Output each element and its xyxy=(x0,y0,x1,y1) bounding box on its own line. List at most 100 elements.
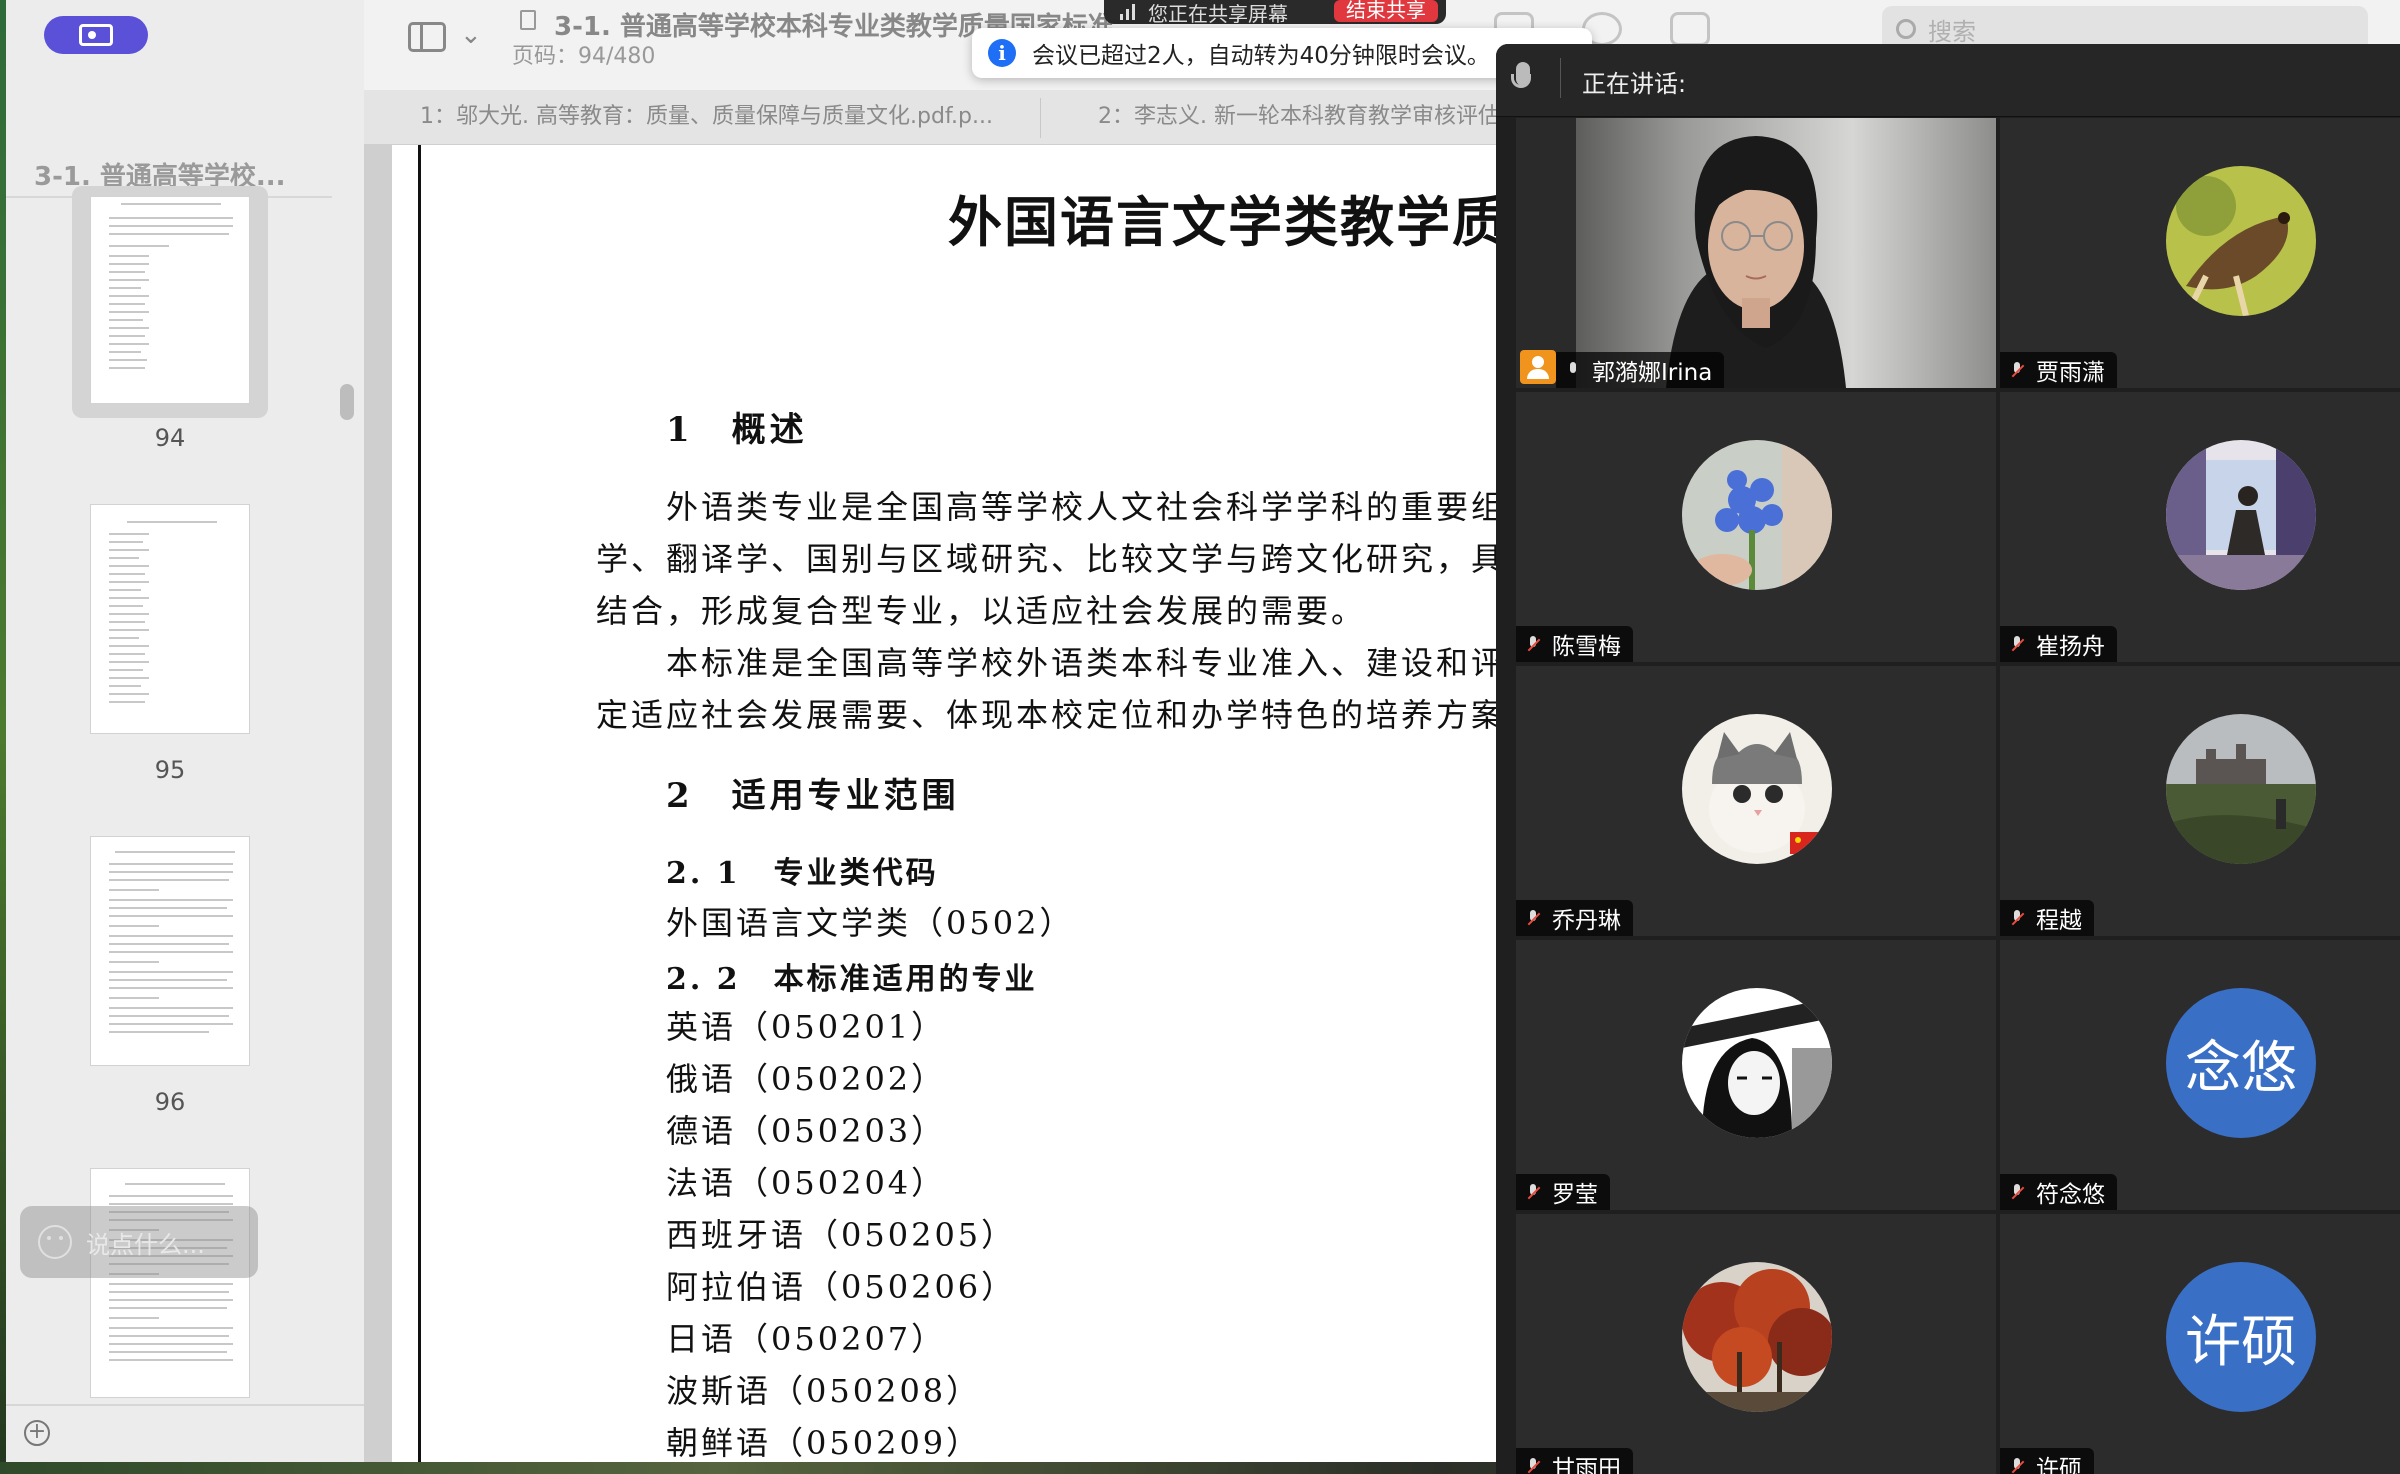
microphone-muted-icon xyxy=(1526,910,1540,926)
video-feed xyxy=(1516,118,1996,388)
participant-avatar xyxy=(1682,988,1832,1138)
participant-nametag: 陈雪梅 xyxy=(1516,626,1633,662)
paragraph-line: 外国语言文学类（0502） xyxy=(666,904,1075,942)
participant-name: 乔丹琳 xyxy=(1552,908,1621,934)
meeting-gallery-panel: 正在讲话: 郭漪娜Irina 贾雨潇 陈雪梅 崔扬舟 乔丹琳 程越 罗莹 念悠 … xyxy=(1496,44,2400,1474)
meeting-header: 正在讲话: xyxy=(1496,44,2400,117)
major-item: 朝鲜语（050209） xyxy=(666,1424,982,1462)
participant-nametag: 甘雨田 xyxy=(1516,1448,1633,1474)
add-icon[interactable]: + xyxy=(24,1420,50,1446)
microphone-muted-icon xyxy=(2010,362,2024,378)
thumbnail-page-number: 96 xyxy=(154,1088,186,1116)
participant-name: 许硕 xyxy=(2036,1456,2082,1474)
participant-nametag: 郭漪娜Irina xyxy=(1556,352,1725,388)
participant-tile[interactable]: 甘雨田 xyxy=(1516,1214,1996,1474)
participant-nametag: 贾雨潇 xyxy=(2000,352,2117,388)
participant-nametag: 许硕 xyxy=(2000,1448,2094,1474)
participant-nametag: 符念悠 xyxy=(2000,1174,2117,1210)
thumbnail-page-number: 95 xyxy=(154,756,186,784)
end-share-button[interactable]: 结束共享 xyxy=(1334,0,1438,22)
search-placeholder: 搜索 xyxy=(1928,17,1976,46)
major-item: 俄语（050202） xyxy=(666,1060,947,1098)
page-margin-rule xyxy=(418,145,421,1462)
participant-avatar: 念悠 xyxy=(2166,988,2316,1138)
microphone-muted-icon xyxy=(1526,1184,1540,1200)
info-icon: i xyxy=(988,39,1016,67)
page-thumbnail-94[interactable] xyxy=(90,196,250,404)
participant-name: 郭漪娜Irina xyxy=(1592,360,1713,386)
participant-name: 罗莹 xyxy=(1552,1182,1598,1208)
paragraph-line: 学、翻译学、国别与区域研究、比较文学与跨文化研究，具 xyxy=(596,540,1507,578)
participant-tile[interactable]: 罗莹 xyxy=(1516,940,1996,1210)
microphone-muted-icon xyxy=(2010,1458,2024,1474)
participant-tile[interactable]: 贾雨潇 xyxy=(2000,118,2400,388)
divider xyxy=(1040,98,1041,138)
participant-tile[interactable]: 崔扬舟 xyxy=(2000,392,2400,662)
participant-tile[interactable]: 陈雪梅 xyxy=(1516,392,1996,662)
microphone-muted-icon xyxy=(2010,636,2024,652)
microphone-muted-icon xyxy=(1526,1458,1540,1474)
major-item: 德语（050203） xyxy=(666,1112,947,1150)
participant-avatar xyxy=(1682,1262,1832,1412)
microphone-muted-icon xyxy=(2010,910,2024,926)
sidebar-icon xyxy=(79,24,113,46)
participant-nametag: 崔扬舟 xyxy=(2000,626,2117,662)
tab-document-2[interactable]: 2：李志义. 新一轮本科教育教学审核评估 xyxy=(1098,90,1518,144)
thumbnail-page-number: 94 xyxy=(154,424,186,452)
participant-tile[interactable]: 程越 xyxy=(2000,666,2400,936)
page-thumbnail-97[interactable] xyxy=(90,1168,250,1398)
participant-tile[interactable]: 念悠 符念悠 xyxy=(2000,940,2400,1210)
sidebar-layout-icon[interactable] xyxy=(408,22,446,52)
speaking-label: 正在讲话: xyxy=(1582,70,1687,98)
annotate-icon[interactable] xyxy=(1670,12,1710,46)
major-item: 波斯语（050208） xyxy=(666,1372,982,1410)
thumbnail-scrollbar[interactable] xyxy=(340,384,354,420)
participant-name: 崔扬舟 xyxy=(2036,634,2105,660)
microphone-icon xyxy=(1566,362,1580,378)
chat-placeholder: 说点什么... xyxy=(86,1230,205,1259)
sidebar-toggle-button[interactable] xyxy=(44,16,148,54)
participant-nametag: 乔丹琳 xyxy=(1516,900,1633,936)
search-icon xyxy=(1896,19,1916,39)
microphone-icon[interactable] xyxy=(1511,62,1531,88)
participant-avatar xyxy=(2166,440,2316,590)
paragraph-line: 本标准是全国高等学校外语类本科专业准入、建设和评 xyxy=(666,644,1507,682)
participant-name: 甘雨田 xyxy=(1552,1456,1621,1474)
chevron-down-icon[interactable]: ⌄ xyxy=(460,20,482,50)
major-item: 阿拉伯语（050206） xyxy=(666,1268,1017,1306)
chat-input[interactable]: 说点什么... xyxy=(20,1206,258,1278)
emoji-icon[interactable] xyxy=(38,1225,72,1259)
participant-tile[interactable]: 郭漪娜Irina xyxy=(1516,118,1996,388)
microphone-muted-icon xyxy=(2010,1184,2024,1200)
divider xyxy=(1560,58,1561,98)
participant-tile[interactable]: 乔丹琳 xyxy=(1516,666,1996,936)
major-item: 法语（050204） xyxy=(666,1164,947,1202)
screen-share-banner: 您正在共享屏幕 结束共享 xyxy=(1104,0,1446,26)
subsection-heading: 2. 1 专业类代码 xyxy=(666,856,939,891)
notice-text: 会议已超过2人，自动转为40分钟限时会议。 xyxy=(1032,43,1490,69)
paragraph-line: 结合，形成复合型专业，以适应社会发展的需要。 xyxy=(596,592,1367,630)
subsection-heading: 2. 2 本标准适用的专业 xyxy=(666,962,1038,997)
major-item: 西班牙语（050205） xyxy=(666,1216,1017,1254)
signal-icon xyxy=(1120,4,1138,20)
participant-tile[interactable]: 许硕 许硕 xyxy=(2000,1214,2400,1474)
participant-avatar xyxy=(2166,714,2316,864)
page-indicator: 页码：94/480 xyxy=(512,44,656,69)
participant-avatar xyxy=(1682,714,1832,864)
page-title: 外国语言文学类教学质 xyxy=(948,190,1508,254)
section-heading: 1 概述 xyxy=(666,410,808,450)
divider xyxy=(6,1404,364,1406)
participant-avatar xyxy=(2166,166,2316,316)
page-thumbnail-95[interactable] xyxy=(90,504,250,734)
microphone-muted-icon xyxy=(1526,636,1540,652)
page-thumbnail-96[interactable] xyxy=(90,836,250,1066)
thumbnail-sidebar: 3-1. 普通高等学校... 94 95 96 说点什么... + xyxy=(6,0,365,1462)
paragraph-line: 定适应社会发展需要、体现本校定位和办学特色的培养方案 xyxy=(596,696,1507,734)
participant-nametag: 罗莹 xyxy=(1516,1174,1610,1210)
participant-avatar: 许硕 xyxy=(2166,1262,2316,1412)
participant-name: 贾雨潇 xyxy=(2036,360,2105,386)
tab-document-1[interactable]: 1：邬大光. 高等教育：质量、质量保障与质量文化.pdf.p... xyxy=(420,90,1020,144)
participant-nametag: 程越 xyxy=(2000,900,2094,936)
participant-name: 程越 xyxy=(2036,908,2082,934)
participant-avatar xyxy=(1682,440,1832,590)
